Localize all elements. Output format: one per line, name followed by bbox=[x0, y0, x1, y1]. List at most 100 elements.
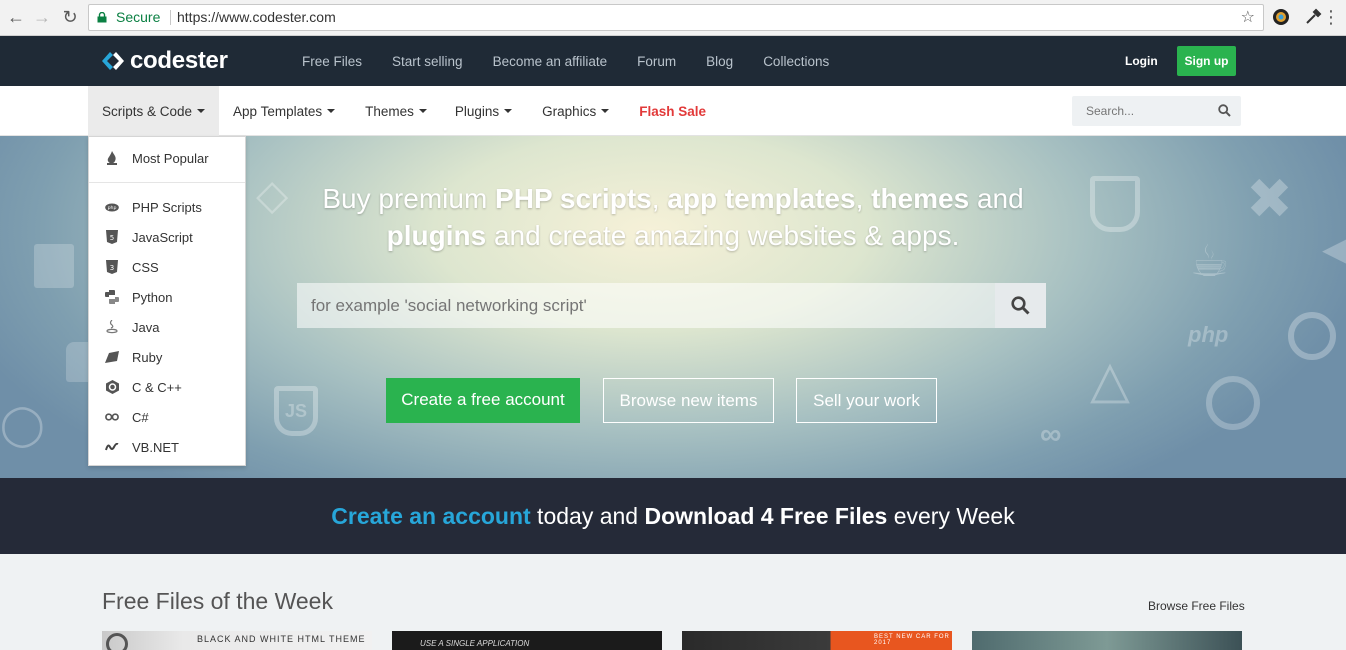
nav-free-files[interactable]: Free Files bbox=[302, 54, 362, 69]
dropdown-item-php-scripts[interactable]: php PHP Scripts bbox=[89, 192, 245, 222]
category-app-templates[interactable]: App Templates bbox=[219, 86, 349, 136]
category-label: Scripts & Code bbox=[102, 103, 193, 119]
address-bar[interactable]: Secure https://www.codester.com ☆ bbox=[88, 4, 1264, 31]
php-icon: php bbox=[105, 200, 119, 214]
category-label: Plugins bbox=[454, 103, 500, 119]
hero-text-bold: themes bbox=[871, 183, 970, 214]
cpp-bg-icon: ◯ bbox=[0, 403, 45, 447]
browse-new-items-button[interactable]: Browse new items bbox=[603, 378, 774, 423]
thumbnail-caption: USE A SINGLE APPLICATION bbox=[420, 639, 530, 648]
html5-bg-icon bbox=[1090, 176, 1140, 232]
free-file-thumbnail[interactable]: BLACK AND WHITE HTML THEME bbox=[102, 631, 372, 650]
dropdown-label: JavaScript bbox=[132, 229, 193, 245]
hero-text: and create amazing websites & apps. bbox=[486, 220, 960, 251]
thumbnail-caption: BLACK AND WHITE HTML THEME bbox=[197, 634, 366, 644]
secure-label: Secure bbox=[116, 9, 161, 25]
login-link[interactable]: Login bbox=[1125, 54, 1158, 68]
magento-bg-icon: △ bbox=[1090, 351, 1130, 409]
category-label: Graphics bbox=[542, 103, 597, 119]
category-themes[interactable]: Themes bbox=[349, 86, 441, 136]
triangle-bg-icon: ◀ bbox=[1322, 227, 1346, 271]
category-scripts-code[interactable]: Scripts & Code bbox=[88, 86, 220, 136]
category-plugins[interactable]: Plugins bbox=[441, 86, 526, 136]
dropdown-item-vbnet[interactable]: VB.NET bbox=[89, 432, 245, 462]
php-bg-icon: php bbox=[1188, 322, 1229, 347]
category-graphics[interactable]: Graphics bbox=[526, 86, 623, 136]
free-file-thumbnail[interactable] bbox=[972, 631, 1242, 650]
search-icon bbox=[1011, 296, 1030, 315]
nav-forum[interactable]: Forum bbox=[637, 54, 676, 69]
menu-kebab-icon[interactable]: ⋮ bbox=[1320, 6, 1342, 28]
hero-search-input[interactable] bbox=[311, 295, 981, 317]
signup-button[interactable]: Sign up bbox=[1177, 46, 1236, 76]
bookmark-star-icon[interactable]: ☆ bbox=[1241, 5, 1255, 30]
forward-arrow-icon[interactable]: → bbox=[31, 6, 53, 28]
ring-bg-icon bbox=[1206, 376, 1260, 430]
dropdown-item-java[interactable]: Java bbox=[89, 312, 245, 342]
browser-toolbar: ← → ↻ Secure https://www.codester.com ☆ … bbox=[0, 0, 1346, 36]
create-free-account-button[interactable]: Create a free account bbox=[386, 378, 580, 423]
dropdown-item-c-cpp[interactable]: C & C++ bbox=[89, 372, 245, 402]
caret-down-icon bbox=[197, 109, 206, 113]
vbnet-icon bbox=[105, 440, 119, 454]
banner-text: today and bbox=[530, 503, 645, 529]
hero-text: Buy premium bbox=[322, 183, 496, 214]
url-text[interactable]: https://www.codester.com bbox=[177, 5, 336, 30]
free-file-thumbnail[interactable]: USE A SINGLE APPLICATION bbox=[392, 631, 662, 650]
thumbnail-logo-icon bbox=[106, 633, 128, 650]
hero-search-button[interactable] bbox=[995, 283, 1046, 328]
codester-logo[interactable]: codester bbox=[102, 47, 228, 74]
address-divider bbox=[170, 10, 171, 25]
hero-text: , bbox=[651, 183, 668, 214]
dropdown-divider bbox=[89, 182, 245, 183]
category-navbar: Scripts & Code App Templates Themes Plug… bbox=[0, 86, 1346, 136]
dropdown-item-python[interactable]: Python bbox=[89, 282, 245, 312]
js-bg-icon: JS bbox=[274, 386, 318, 436]
nav-collections[interactable]: Collections bbox=[763, 54, 829, 69]
top-navbar: codester Free Files Start selling Become… bbox=[0, 36, 1346, 86]
python-bg-icon bbox=[1288, 312, 1336, 360]
java-bg-icon: ☕ bbox=[1190, 237, 1230, 286]
hero-text-bold: PHP scripts bbox=[495, 183, 652, 214]
flame-icon bbox=[105, 151, 119, 165]
hero-text-bold: app templates bbox=[667, 183, 856, 214]
dropdown-item-ruby[interactable]: Ruby bbox=[89, 342, 245, 372]
back-arrow-icon[interactable]: ← bbox=[5, 6, 27, 28]
caret-down-icon bbox=[418, 109, 427, 113]
thumbnail-caption: BEST NEW CAR FOR 2017 bbox=[874, 634, 950, 646]
nav-blog[interactable]: Blog bbox=[706, 54, 733, 69]
free-file-thumbnail[interactable]: BEST NEW CAR FOR 2017 bbox=[682, 631, 952, 650]
header-search bbox=[1072, 96, 1241, 126]
header-search-input[interactable] bbox=[1086, 102, 1216, 120]
caret-down-icon bbox=[504, 109, 513, 113]
dropdown-item-css[interactable]: 3 CSS bbox=[89, 252, 245, 282]
dropdown-label: Java bbox=[132, 319, 160, 335]
dropdown-item-most-popular[interactable]: Most Popular bbox=[89, 143, 245, 173]
ruby-icon bbox=[105, 350, 119, 364]
reload-icon[interactable]: ↻ bbox=[59, 6, 81, 28]
dropdown-label: PHP Scripts bbox=[132, 199, 202, 215]
search-icon[interactable] bbox=[1218, 104, 1231, 117]
sell-your-work-button[interactable]: Sell your work bbox=[796, 378, 937, 423]
dropdown-item-javascript[interactable]: 5 JavaScript bbox=[89, 222, 245, 252]
dropdown-item-csharp[interactable]: C# bbox=[89, 402, 245, 432]
hero-search-bar bbox=[297, 283, 1046, 328]
unity-bg-icon: ◇ bbox=[256, 171, 289, 218]
nav-become-affiliate[interactable]: Become an affiliate bbox=[493, 54, 608, 69]
browse-free-files-link[interactable]: Browse Free Files bbox=[1148, 599, 1245, 613]
category-label: Themes bbox=[365, 103, 414, 119]
hero-text-bold: plugins bbox=[386, 220, 487, 251]
category-label: App Templates bbox=[233, 103, 323, 119]
java-icon bbox=[105, 320, 119, 334]
dropdown-label: Ruby bbox=[132, 349, 163, 365]
joomla-bg-icon: ✖ bbox=[1246, 167, 1293, 230]
codester-logo-text: codester bbox=[130, 47, 228, 74]
create-account-link[interactable]: Create an account bbox=[331, 503, 530, 529]
dropdown-label: CSS bbox=[132, 259, 159, 275]
promo-banner: Create an account today and Download 4 F… bbox=[0, 478, 1346, 554]
codester-logo-icon bbox=[102, 52, 124, 70]
nav-start-selling[interactable]: Start selling bbox=[392, 54, 463, 69]
csharp-bg-icon: ∞ bbox=[1040, 418, 1062, 451]
flash-sale-link[interactable]: Flash Sale bbox=[623, 86, 720, 136]
extension-circle-icon[interactable] bbox=[1271, 7, 1291, 27]
